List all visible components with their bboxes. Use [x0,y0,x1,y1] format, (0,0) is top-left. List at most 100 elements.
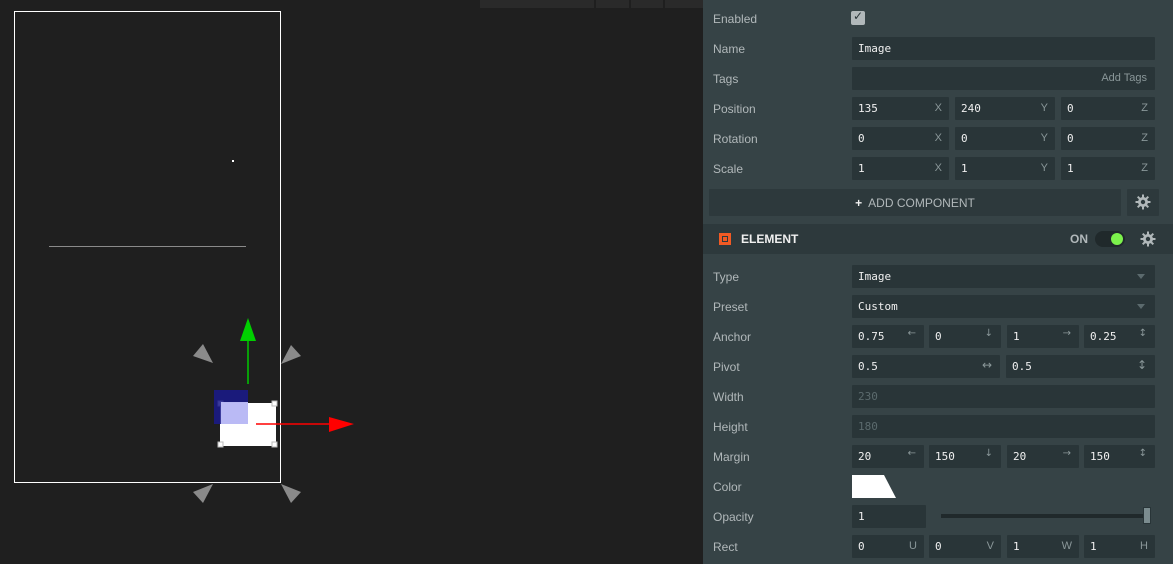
pivot-y-field[interactable]: 0.5 ↕ [1006,355,1155,378]
anchor-row: Anchor 0.75 ← 0 ↓ 1 → 0.25 ↕ [703,322,1173,352]
width-value: 230 [858,390,878,403]
height-row: Height 180 [703,412,1173,442]
rotation-y-field[interactable]: 0 Y [955,127,1055,150]
rect-h-field[interactable]: 1 H [1084,535,1155,558]
margin-left-field[interactable]: 20 ← [852,445,924,468]
gizmo-y-arrow[interactable] [240,318,256,341]
pivot-label: Pivot [713,360,740,374]
anchor-left-field[interactable]: 0.75 ← [852,325,924,348]
scale-label: Scale [713,162,744,176]
type-select[interactable]: Image [852,265,1155,288]
name-field[interactable]: Image [852,37,1155,60]
margin-bottom-value: 150 [935,450,955,463]
position-z-field[interactable]: 0 Z [1061,97,1155,120]
tags-placeholder: Add Tags [1101,72,1147,84]
width-field[interactable]: 230 [852,385,1155,408]
anchor-left-value: 0.75 [858,330,885,343]
element-icon [719,233,731,245]
axis-z-label: Z [1141,162,1148,174]
height-label: Height [713,420,748,434]
position-y-field[interactable]: 240 Y [955,97,1055,120]
rect-v-value: 0 [935,540,942,553]
color-label: Color [713,480,742,494]
name-row: Name Image [703,34,1173,64]
rect-v-field[interactable]: 0 V [929,535,1001,558]
preset-select[interactable]: Custom [852,295,1155,318]
rect-u-field[interactable]: 0 U [852,535,924,558]
scale-z-field[interactable]: 1 Z [1061,157,1155,180]
position-row: Position 135 X 240 Y 0 Z [703,94,1173,124]
type-label: Type [713,270,740,284]
element-title: ELEMENT [741,232,799,246]
margin-right-field[interactable]: 20 → [1007,445,1079,468]
tags-field[interactable]: Add Tags [852,67,1155,90]
anchor-top-value: 0.25 [1090,330,1117,343]
element-component-header[interactable]: ELEMENT ON [703,224,1173,254]
axis-y-label: Y [1040,102,1048,114]
margin-left-value: 20 [858,450,872,463]
resize-handle-bottom-left[interactable] [193,484,213,503]
margin-row: Margin 20 ← 150 ↓ 20 → 150 ↕ [703,442,1173,472]
position-x-field[interactable]: 135 X [852,97,949,120]
margin-top-value: 150 [1090,450,1110,463]
margin-bottom-field[interactable]: 150 ↓ [929,445,1001,468]
scale-x-field[interactable]: 1 X [852,157,949,180]
axis-y-label: Y [1040,162,1048,174]
gizmo-xy-plane[interactable] [221,402,248,424]
rect-w-value: 1 [1013,540,1020,553]
tags-label: Tags [713,72,739,86]
height-field[interactable]: 180 [852,415,1155,438]
anchor-right-value: 1 [1013,330,1020,343]
entity-settings-button[interactable] [1127,189,1159,216]
anchor-bottom-field[interactable]: 0 ↓ [929,325,1001,348]
corner-handle[interactable] [271,441,278,448]
rect-row: Rect 0 U 0 V 1 W 1 H [703,532,1173,562]
element-enabled-toggle[interactable] [1095,231,1125,247]
anchor-bottom-value: 0 [935,330,942,343]
opacity-slider-handle[interactable] [1143,507,1151,524]
resize-handle-top-left[interactable] [193,344,213,363]
opacity-slider-track[interactable] [941,514,1149,518]
resize-handle-bottom-right[interactable] [281,484,301,503]
position-z-value: 0 [1067,102,1074,115]
rect-label: Rect [713,540,738,554]
width-label: Width [713,390,744,404]
add-component-button[interactable]: + ADD COMPONENT [709,189,1121,216]
caret-down-icon [1137,274,1145,279]
arrow-left-icon: ← [907,448,916,459]
resize-handle-top-right[interactable] [281,345,301,364]
scale-row: Scale 1 X 1 Y 1 Z [703,154,1173,184]
axis-z-label: Z [1141,102,1148,114]
gear-icon[interactable] [1140,231,1156,247]
anchor-right-field[interactable]: 1 → [1007,325,1079,348]
anchor-top-field[interactable]: 0.25 ↕ [1084,325,1155,348]
color-swatch[interactable] [852,475,896,498]
type-value: Image [858,270,892,283]
rotation-x-field[interactable]: 0 X [852,127,949,150]
enabled-checkbox[interactable]: ✓ [851,9,865,25]
pivot-x-field[interactable]: 0.5 ↔ [852,355,1000,378]
element-toggle-label: ON [1070,232,1088,246]
scale-z-value: 1 [1067,162,1074,175]
tags-row: Tags Add Tags [703,64,1173,94]
opacity-label: Opacity [713,510,754,524]
scene-canvas[interactable] [0,0,703,564]
arrow-right-icon: → [1062,448,1071,459]
corner-handle[interactable] [217,441,224,448]
opacity-field[interactable]: 1 [852,505,926,528]
margin-top-field[interactable]: 150 ↕ [1084,445,1155,468]
preset-value: Custom [858,300,898,313]
corner-handle[interactable] [271,400,278,407]
rect-w-field[interactable]: 1 W [1007,535,1079,558]
axis-y-label: Y [1040,132,1048,144]
position-y-value: 240 [961,102,981,115]
pivot-y-value: 0.5 [1012,360,1032,373]
rotation-z-field[interactable]: 0 Z [1061,127,1155,150]
scene-viewport[interactable] [0,0,703,564]
scale-y-field[interactable]: 1 Y [955,157,1055,180]
arrow-left-icon: ← [907,328,916,339]
gizmo-x-arrow[interactable] [329,417,354,432]
axis-x-label: X [934,102,942,114]
arrow-vertical-icon: ↕ [1138,328,1147,339]
anchor-label: Anchor [713,330,752,344]
